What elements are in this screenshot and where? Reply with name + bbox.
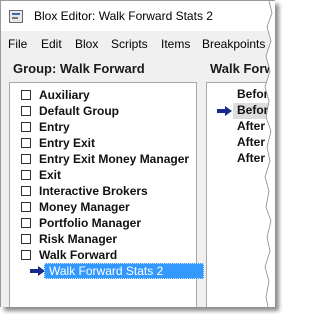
arrow-right-icon — [217, 106, 232, 116]
checkbox[interactable] — [21, 138, 31, 148]
list-item-portfolio-manager[interactable]: Portfolio Manager — [10, 215, 196, 231]
list-item-entry[interactable]: Entry — [10, 119, 196, 135]
script-item[interactable]: After — [237, 151, 265, 167]
list-item-entry-exit-money-manager[interactable]: Entry Exit Money Manager — [10, 151, 196, 167]
script-item[interactable]: After — [237, 135, 265, 151]
list-item-label: Interactive Brokers — [39, 184, 148, 198]
menu-items[interactable]: Items — [161, 37, 190, 51]
list-item-label: Entry Exit Money Manager — [39, 152, 190, 166]
checkbox[interactable] — [21, 154, 31, 164]
list-item-label: Money Manager — [39, 200, 130, 214]
list-item-interactive-brokers[interactable]: Interactive Brokers — [10, 183, 196, 199]
checkbox[interactable] — [21, 170, 31, 180]
list-item-selected-block[interactable]: Walk Forward Stats 2 — [30, 263, 204, 279]
list-item-walk-forward[interactable]: Walk Forward — [10, 247, 196, 263]
list-item-auxiliary[interactable]: Auxiliary — [10, 87, 196, 103]
checkbox[interactable] — [21, 106, 31, 116]
list-item-label: Auxiliary — [39, 88, 90, 102]
torn-edge — [264, 1, 275, 307]
checkbox[interactable] — [21, 202, 31, 212]
selected-block-label: Walk Forward Stats 2 — [44, 263, 204, 279]
script-item[interactable]: After — [237, 119, 265, 135]
checkbox[interactable] — [21, 250, 31, 260]
app-icon — [9, 10, 23, 23]
menu-edit[interactable]: Edit — [41, 37, 62, 51]
checkbox[interactable] — [21, 186, 31, 196]
menu-bar: File Edit Blox Scripts Items Breakpoints — [1, 35, 275, 55]
group-panel-header: Group: Walk Forward — [13, 61, 145, 76]
list-item-default-group[interactable]: Default Group — [10, 103, 196, 119]
checkbox[interactable] — [21, 218, 31, 228]
list-item-label: Walk Forward — [39, 248, 118, 262]
checkbox[interactable] — [21, 122, 31, 132]
menu-blox[interactable]: Blox — [75, 37, 98, 51]
list-item-entry-exit[interactable]: Entry Exit — [10, 135, 196, 151]
list-item-label: Exit — [39, 168, 62, 182]
menu-breakpoints[interactable]: Breakpoints — [202, 37, 265, 51]
menu-file[interactable]: File — [8, 37, 27, 51]
list-item-label: Default Group — [39, 104, 119, 118]
list-item-risk-manager[interactable]: Risk Manager — [10, 231, 196, 247]
blox-editor-window: Blox Editor: Walk Forward Stats 2 File E… — [0, 0, 275, 307]
group-panel: Group: Walk Forward Auxiliary Default Gr… — [9, 57, 204, 307]
list-item-label: Portfolio Manager — [39, 216, 142, 230]
checkbox[interactable] — [21, 90, 31, 100]
list-item-label: Entry — [39, 120, 70, 134]
title-bar[interactable]: Blox Editor: Walk Forward Stats 2 — [1, 1, 275, 31]
window-title: Blox Editor: Walk Forward Stats 2 — [34, 9, 213, 23]
group-list[interactable]: Auxiliary Default Group Entry Entry Exit… — [9, 82, 204, 307]
list-item-label: Risk Manager — [39, 232, 118, 246]
menu-scripts[interactable]: Scripts — [111, 37, 148, 51]
list-item-label: Entry Exit — [39, 136, 96, 150]
checkbox[interactable] — [21, 234, 31, 244]
list-item-exit[interactable]: Exit — [10, 167, 196, 183]
list-item-money-manager[interactable]: Money Manager — [10, 199, 196, 215]
